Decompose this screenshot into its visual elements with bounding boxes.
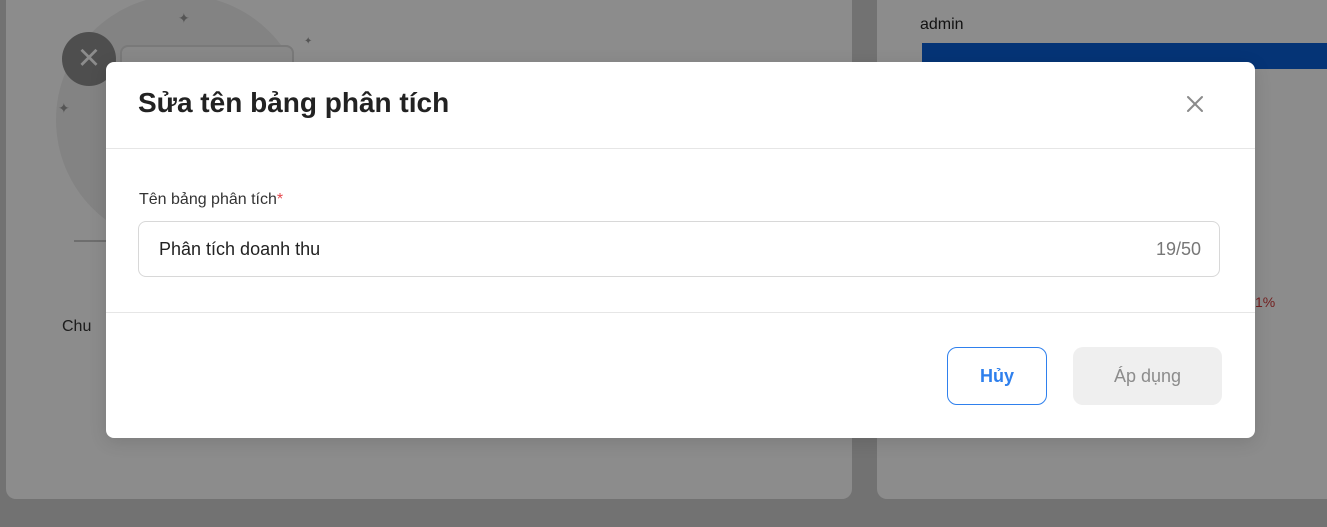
dialog-footer: Hủy Áp dụng: [106, 313, 1255, 438]
apply-button[interactable]: Áp dụng: [1073, 347, 1222, 405]
name-input[interactable]: Phân tích doanh thu 19/50: [138, 221, 1220, 277]
character-counter: 19/50: [1155, 239, 1201, 259]
required-mark: *: [276, 191, 284, 208]
dialog-title: Sửa tên bảng phân tích: [138, 87, 450, 118]
field-label: Tên bảng phân tích*: [139, 191, 283, 209]
dialog-header: Sửa tên bảng phân tích: [106, 62, 1255, 149]
name-input-value: Phân tích doanh thu: [159, 239, 321, 259]
dialog-body: Tên bảng phân tích* Phân tích doanh thu …: [106, 149, 1255, 313]
app-stage: × ✦ ✦ ✦ Chu admin 1% Sửa tên bảng phân t…: [0, 0, 1327, 527]
rename-dialog: Sửa tên bảng phân tích Tên bảng phân tíc…: [106, 62, 1255, 438]
cancel-button[interactable]: Hủy: [947, 347, 1047, 405]
close-icon[interactable]: [1181, 90, 1209, 118]
field-label-text: Tên bảng phân tích: [139, 191, 277, 208]
